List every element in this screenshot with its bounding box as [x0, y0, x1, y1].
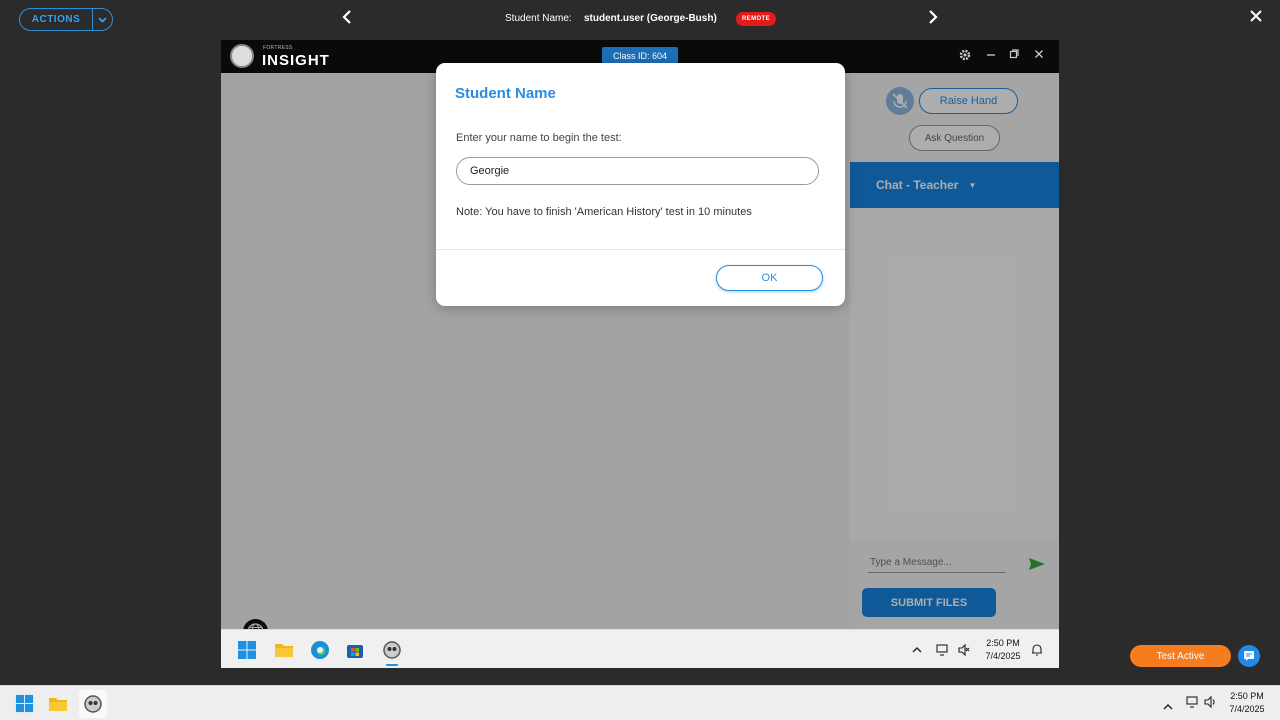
dialog-prompt: Enter your name to begin the test: [456, 132, 622, 144]
remote-time: 2:50 PM [986, 638, 1020, 648]
restore-icon[interactable] [1009, 49, 1019, 63]
file-explorer-icon[interactable] [48, 694, 68, 719]
edge-browser-icon[interactable] [310, 640, 330, 660]
close-session-icon[interactable] [1250, 10, 1262, 26]
dialog-title: Student Name [455, 85, 556, 102]
remote-taskbar-clock[interactable]: 2:50 PM 7/4/2025 [978, 637, 1028, 663]
chevron-up-icon[interactable] [912, 630, 922, 669]
volume-icon[interactable] [1203, 695, 1217, 714]
network-icon[interactable] [1186, 695, 1200, 714]
test-active-status[interactable]: Test Active [1130, 645, 1231, 667]
logo-brand-text: INSIGHT [262, 52, 330, 69]
next-student-icon[interactable] [928, 10, 938, 28]
close-icon[interactable] [1034, 49, 1044, 63]
chat-bubble-icon[interactable] [1238, 645, 1260, 667]
insight-logo-icon [230, 44, 254, 68]
student-name-dialog: Student Name Enter your name to begin th… [436, 63, 845, 306]
host-time: 2:50 PM [1230, 691, 1264, 701]
insight-app-icon[interactable] [79, 690, 107, 718]
student-name-input[interactable] [456, 157, 819, 185]
active-app-indicator [386, 664, 398, 666]
student-name-value: student.user (George-Bush) [584, 13, 717, 24]
network-icon[interactable] [936, 630, 950, 669]
chevron-down-icon[interactable] [93, 16, 112, 23]
logo-brand-small: FORTRESS [263, 45, 293, 51]
host-date: 7/4/2025 [1229, 704, 1265, 714]
windows-start-icon[interactable] [237, 640, 257, 660]
remote-windows-taskbar: 2:50 PM 7/4/2025 [221, 629, 1059, 668]
ok-button[interactable]: OK [716, 265, 823, 291]
dialog-divider [436, 249, 845, 250]
actions-label: ACTIONS [31, 14, 81, 25]
remote-date: 7/4/2025 [985, 651, 1021, 661]
session-top-bar: ACTIONS Student Name: student.user (Geor… [0, 0, 1280, 38]
file-explorer-icon[interactable] [274, 640, 294, 660]
remote-badge: REMOTE [736, 12, 776, 26]
previous-student-icon[interactable] [342, 10, 352, 28]
insight-app-icon[interactable] [382, 640, 402, 660]
student-name-label: Student Name: [505, 13, 572, 24]
host-windows-taskbar: 2:50 PM 7/4/2025 [0, 685, 1280, 720]
notification-bell-icon[interactable] [1031, 630, 1043, 669]
minimize-icon[interactable] [986, 49, 996, 63]
windows-start-icon[interactable] [15, 694, 34, 718]
microsoft-store-icon[interactable] [345, 640, 365, 660]
host-taskbar-clock[interactable]: 2:50 PM 7/4/2025 [1222, 690, 1272, 716]
test-time-note: Note: You have to finish 'American Histo… [456, 206, 752, 218]
gear-icon[interactable] [959, 49, 971, 65]
actions-dropdown-button[interactable]: ACTIONS [19, 8, 113, 31]
chevron-up-icon[interactable] [1163, 697, 1173, 715]
volume-muted-icon[interactable] [957, 630, 971, 669]
